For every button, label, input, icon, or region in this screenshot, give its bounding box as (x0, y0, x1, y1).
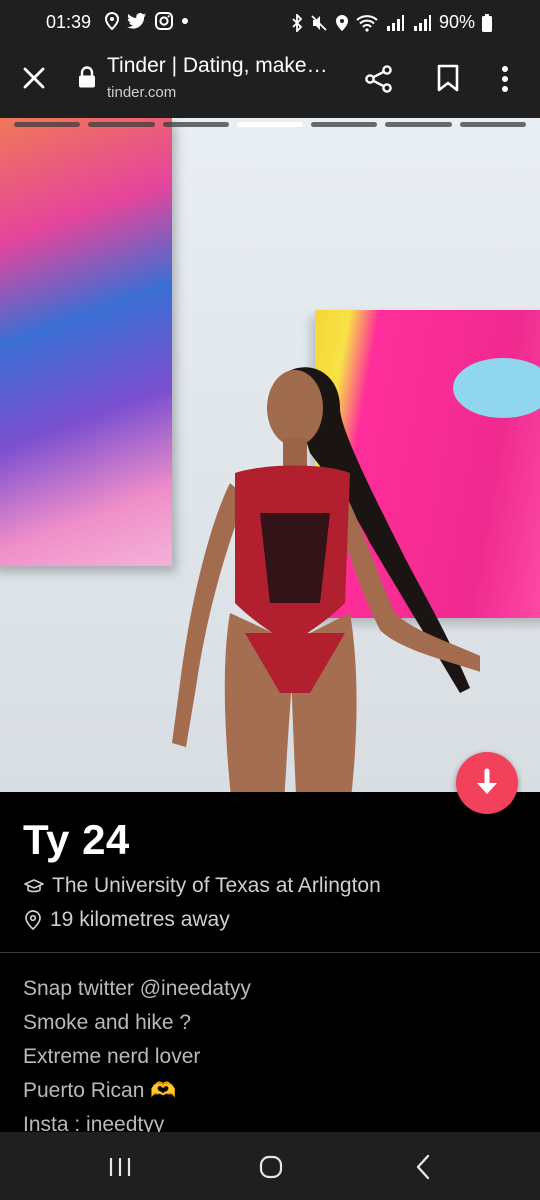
photo-indicator[interactable] (459, 122, 526, 127)
system-navigation-bar (0, 1132, 540, 1200)
profile-distance: 19 kilometres away (50, 908, 230, 931)
lock-icon (79, 66, 95, 88)
profile-distance-row: 19 kilometres away (24, 908, 230, 932)
home-icon[interactable] (258, 1154, 284, 1180)
status-time: 01:39 (46, 12, 92, 32)
status-bar: 01:39 90% (0, 0, 540, 46)
signal-icon (386, 14, 404, 31)
divider (0, 952, 540, 953)
photo-indicator[interactable] (385, 122, 452, 127)
graduation-cap-icon (24, 879, 44, 893)
signal-icon (413, 14, 431, 31)
location-pin-icon (25, 910, 41, 930)
twitter-icon (127, 13, 146, 29)
bio-line: Snap twitter @ineedatyy (23, 977, 251, 1000)
dot-icon (182, 18, 188, 24)
profile-bio: Snap twitter @ineedatyy Smoke and hike ?… (23, 972, 251, 1142)
photo-indicator[interactable] (14, 122, 81, 127)
page-title[interactable]: Tinder | Dating, make… (107, 54, 347, 78)
bluetooth-icon (292, 13, 303, 32)
battery-percent: 90% (438, 12, 475, 32)
profile-school: The University of Texas at Arlington (52, 874, 381, 897)
photo-indicator[interactable] (236, 122, 304, 127)
battery-icon (482, 13, 492, 32)
close-icon[interactable] (20, 64, 48, 92)
profile-info: Ty 24 The University of Texas at Arlingt… (0, 792, 540, 1136)
bio-line: Smoke and hike ? (23, 1011, 192, 1034)
collapse-profile-button[interactable] (456, 752, 518, 814)
page-url[interactable]: tinder.com (107, 84, 176, 101)
recent-apps-icon[interactable] (108, 1156, 132, 1178)
back-icon[interactable] (414, 1154, 432, 1180)
photo-progress-bar (14, 122, 526, 128)
status-left-icons (105, 12, 189, 30)
mute-icon (311, 14, 327, 31)
photo-indicator[interactable] (162, 122, 229, 127)
arrow-down-icon (477, 768, 497, 794)
share-icon[interactable] (364, 64, 394, 94)
profile-name-age: Ty 24 (23, 816, 130, 863)
bookmark-icon[interactable] (436, 64, 460, 92)
bio-line: Puerto Rican 🫶 (23, 1079, 177, 1102)
location-icon (105, 12, 119, 30)
wifi-icon (356, 14, 378, 32)
bio-line: Extreme nerd lover (23, 1045, 201, 1068)
more-options-icon[interactable] (500, 64, 510, 94)
photo-indicator[interactable] (88, 122, 155, 127)
instagram-icon (155, 12, 173, 30)
browser-toolbar: Tinder | Dating, make… tinder.com (0, 46, 540, 118)
profile-school-row: The University of Texas at Arlington (24, 874, 381, 898)
profile-photo[interactable] (0, 118, 540, 792)
status-right-icons: 90% (291, 12, 492, 33)
photo-indicator[interactable] (311, 122, 378, 127)
person-figure (172, 367, 480, 792)
location-icon (335, 14, 348, 31)
